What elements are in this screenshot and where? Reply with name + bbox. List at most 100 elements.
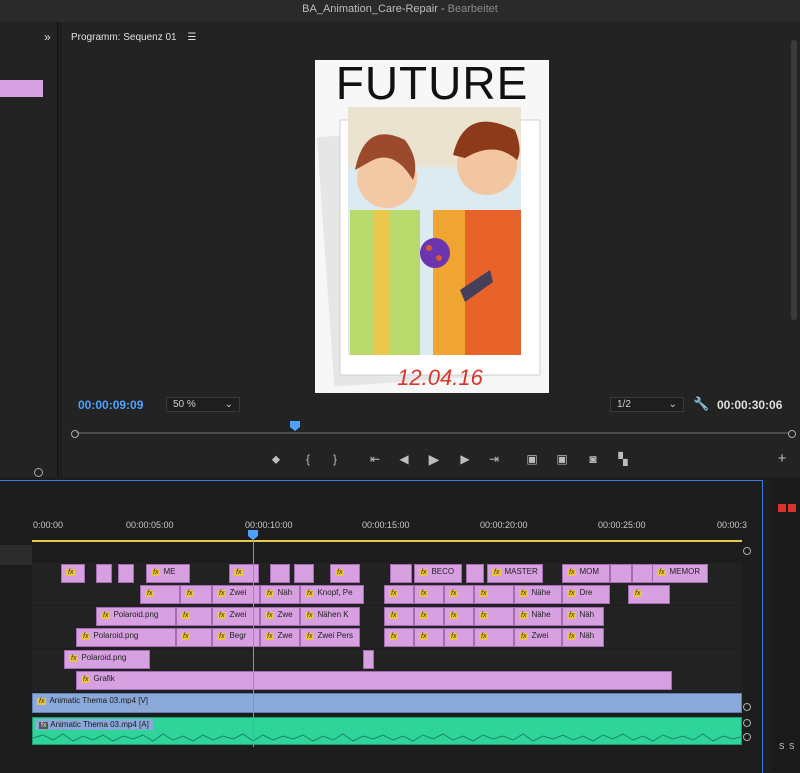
timeline-clip[interactable]: fx [444, 628, 474, 647]
comparison-view-icon[interactable]: ▚ [613, 452, 633, 466]
timeline-clip[interactable] [96, 564, 112, 583]
timeline-clip[interactable]: fx [384, 585, 414, 604]
timeline-clip[interactable]: fx Zwe [260, 607, 300, 626]
timeline-clip[interactable]: fx [229, 564, 259, 583]
timeline-clip[interactable] [270, 564, 290, 583]
timeline-clip[interactable]: fx Nähe [514, 585, 562, 604]
timeline-scroll-handle[interactable] [743, 733, 751, 741]
monitor-title[interactable]: Programm: Sequenz 01 ☰ [71, 32, 196, 43]
work-area-bar[interactable] [32, 540, 742, 542]
video-clip[interactable]: fx Animatic Thema 03.mp4 [V] [32, 693, 742, 713]
timeline-clip[interactable]: fx Polaroid.png [76, 628, 176, 647]
timeline-clip[interactable]: fx Näh [562, 628, 604, 647]
timeline-clip[interactable]: fx MASTER [487, 564, 543, 583]
audio-clip[interactable]: fx Animatic Thema 03.mp4 [A] [32, 717, 742, 745]
timeline-scroll-handle[interactable] [743, 547, 751, 555]
timeline-clip[interactable] [632, 564, 654, 583]
zoom-dropdown[interactable]: 50 % ⌄ [166, 397, 240, 412]
timeline-clip[interactable]: fx [176, 628, 212, 647]
meter-solo-left[interactable]: S [779, 742, 784, 751]
monitor-scrub-bar[interactable] [76, 432, 788, 434]
mark-in-icon[interactable]: { [298, 452, 318, 466]
timeline-clip[interactable]: fx [176, 607, 212, 626]
timeline-clip[interactable]: fx [414, 607, 444, 626]
timeline-clip[interactable]: fx Näh [260, 585, 300, 604]
timeline-clip[interactable]: fx [330, 564, 360, 583]
timeline-clip[interactable]: fx [444, 585, 474, 604]
timeline-clip[interactable] [466, 564, 484, 583]
go-to-in-icon[interactable]: ⇤ [365, 452, 385, 466]
current-timecode[interactable]: 00:00:09:09 [78, 398, 143, 412]
timeline-clip[interactable]: fx [628, 585, 670, 604]
add-marker-icon[interactable]: ⬥ [266, 452, 286, 467]
timeline-clip[interactable]: fx Polaroid.png [64, 650, 150, 669]
left-panel-clip[interactable] [0, 80, 43, 97]
track-header[interactable] [0, 545, 32, 565]
timeline-clip[interactable]: fx Näh [562, 607, 604, 626]
timeline-clip[interactable] [610, 564, 632, 583]
timeline-clip[interactable]: fx [474, 628, 514, 647]
timeline-clip[interactable]: fx [444, 607, 474, 626]
timeline-clip[interactable]: fx [180, 585, 212, 604]
meter-clip-right [788, 504, 796, 512]
timeline-clip[interactable]: fx Zwei Pers [300, 628, 360, 647]
track-v2: fx Polaroid.png [32, 649, 742, 670]
step-back-icon[interactable]: ◀ [394, 452, 414, 466]
track-v1: fx Grafik [32, 670, 742, 691]
timeline-clip[interactable]: fx MOM [562, 564, 610, 583]
timeline-clip[interactable]: fx Zwe [260, 628, 300, 647]
left-panel: » [0, 22, 58, 477]
timeline-clip[interactable]: fx Zwei [514, 628, 562, 647]
timeline-clip[interactable]: fx Grafik [76, 671, 672, 690]
step-forward-icon[interactable]: ▶ [455, 452, 475, 466]
track-v5: fx fx fx Zwei fx Näh fx Knopf, Pe fx fx fx … [32, 584, 742, 605]
meter-solo-right[interactable]: S [789, 742, 794, 751]
timeline-clip[interactable] [390, 564, 412, 583]
audio-fx-icon: fx [39, 722, 49, 729]
wrench-icon[interactable]: 🔧 [693, 396, 709, 412]
timeline-clip[interactable]: fx [474, 585, 514, 604]
timeline-clip[interactable]: fx Nähen K [300, 607, 360, 626]
ruler-label: 00:00:10:00 [245, 520, 293, 530]
go-to-out-icon[interactable]: ⇥ [484, 452, 504, 466]
timeline-clip[interactable] [294, 564, 314, 583]
ruler-label: 00:00:15:00 [362, 520, 410, 530]
extract-icon[interactable]: ▣ [552, 452, 572, 466]
scroll-handle-icon[interactable] [34, 468, 43, 477]
timeline-clip[interactable]: fx ME [146, 564, 190, 583]
mark-out-icon[interactable]: } [325, 452, 345, 466]
timeline-clip[interactable]: fx MEMOR [652, 564, 708, 583]
timeline-clip[interactable]: fx Nähe [514, 607, 562, 626]
track-v6: fx fx ME fx fx fx BECO fx MASTER fx MOM fx ME… [32, 563, 742, 584]
timeline-clip[interactable]: fx Dre [562, 585, 610, 604]
timeline-scroll-handle[interactable] [743, 719, 751, 727]
timeline-clip[interactable]: fx [414, 585, 444, 604]
timeline-clip[interactable] [363, 650, 374, 669]
scrub-start-handle[interactable] [71, 430, 79, 438]
timeline-clip[interactable]: fx [384, 628, 414, 647]
preview-frame: FUTURE 12.04.16 [315, 57, 549, 393]
timeline-clip[interactable] [118, 564, 134, 583]
timeline-clip[interactable]: fx Knopf, Pe [300, 585, 364, 604]
timeline-clip[interactable]: fx [140, 585, 180, 604]
timeline-clip[interactable]: fx [384, 607, 414, 626]
timeline-clip[interactable]: fx [61, 564, 85, 583]
monitor-scrollbar[interactable] [791, 40, 797, 320]
window-titlebar: BA_Animation_Care-Repair - Bearbeitet [0, 0, 800, 22]
chevron-down-icon: ⌄ [668, 399, 677, 410]
add-button-icon[interactable]: + [772, 450, 792, 467]
timeline-clip[interactable]: fx BECO [414, 564, 462, 583]
timeline-clip[interactable]: fx [474, 607, 514, 626]
timeline-scroll-handle[interactable] [743, 703, 751, 711]
timeline-clip[interactable]: fx [414, 628, 444, 647]
audio-meter: S S [772, 480, 800, 772]
scrub-end-handle[interactable] [788, 430, 796, 438]
expand-chevrons-icon[interactable]: » [44, 30, 51, 44]
resolution-dropdown[interactable]: 1/2 ⌄ [610, 397, 684, 412]
hamburger-icon[interactable]: ☰ [187, 32, 196, 43]
preview-date: 12.04.16 [397, 365, 483, 390]
lift-icon[interactable]: ▣ [522, 452, 542, 466]
export-frame-icon[interactable]: ◙ [583, 452, 603, 466]
play-icon[interactable]: ▶ [424, 451, 444, 468]
timeline-clip[interactable]: fx Polaroid.png [96, 607, 176, 626]
